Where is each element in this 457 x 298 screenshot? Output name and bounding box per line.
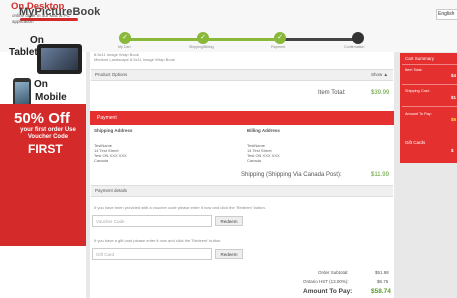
cart-item-total-label: Item Total: [405, 68, 423, 72]
item-total-label: Item Total: [318, 90, 346, 96]
step-label-payment: Payment [271, 45, 286, 49]
tablet-screen [41, 48, 78, 70]
billing-address-label: Billing Address [247, 128, 280, 133]
gift-cards-label: Gift Cards [405, 140, 426, 145]
ad-desktop-title: On Desktop [11, 1, 65, 12]
redeem-gift-card-button[interactable]: Redeem [215, 249, 243, 259]
step-check-icon: ✓ [274, 32, 286, 44]
ad-desktop-desc: online order in our Mac & PC application [12, 13, 70, 24]
step-label-cart: My Cart [118, 45, 131, 49]
gift-card-prompt: If you have a gift card please enter it … [94, 238, 222, 243]
ad-mobile-label: Mobile [35, 92, 67, 103]
payment-title: Payment [97, 115, 117, 121]
payment-details-label: Payment details [95, 188, 128, 193]
cart-amount-value: $5 [451, 117, 457, 122]
cart-shipping-cost-value: $1 [451, 95, 457, 100]
step-check-icon: ✓ [119, 32, 131, 44]
shipping-value: $11.99 [371, 172, 389, 178]
ad-tablet-label: Tablet [9, 47, 38, 58]
hst-label: Ontario HST (13.00%): [303, 279, 349, 284]
cart-item-total-value: $4 [451, 73, 457, 78]
subtotal-value: $51.98 [375, 270, 389, 275]
address-line: Canada [247, 158, 262, 163]
language-select[interactable]: English [436, 9, 457, 20]
divider [402, 106, 457, 107]
amount-to-pay-value: $58.74 [371, 288, 391, 295]
ad-on-label: On [34, 79, 48, 90]
hst-value: $6.76 [377, 279, 389, 284]
divider [402, 84, 457, 85]
amount-to-pay-label: Amount To Pay: [303, 288, 353, 295]
step-label-shipping: Shipping/Billing [189, 45, 214, 49]
progress-line-remaining [280, 38, 358, 41]
cart-shipping-cost-label: Shipping Cost: [405, 89, 430, 93]
subtotal-label: Order Subtotal: [318, 270, 349, 275]
shipping-label: Shipping (Shipping Via Canada Post): [241, 172, 342, 178]
step-check-icon: ✓ [197, 32, 209, 44]
voucher-prompt: If you have been provided with a voucher… [94, 205, 266, 210]
gift-card-input[interactable]: Gift Card [92, 248, 212, 260]
payment-header [90, 111, 394, 125]
product-line: Medium Landscape 8.5x11 Image Wrap Book [94, 57, 175, 62]
item-total-value: $39.99 [371, 90, 390, 96]
product-options-bar[interactable] [91, 69, 393, 81]
divider [402, 64, 457, 65]
show-toggle[interactable]: Show ▲ [371, 72, 388, 77]
address-line: Canada [94, 158, 109, 163]
promo-discount: 50% Off [14, 110, 70, 127]
step-dot-icon [352, 32, 364, 44]
redeem-voucher-button[interactable]: Redeem [215, 216, 243, 226]
gift-cards-value: $ [451, 148, 454, 153]
cart-amount-label: Amount To Pay: [405, 112, 432, 116]
product-options-label: Product Options [95, 72, 128, 77]
step-label-confirmation: Confirmation [344, 45, 365, 49]
payment-details-bar [91, 185, 393, 197]
shipping-address-label: Shipping Address [94, 128, 133, 133]
promo-code: FIRST [28, 142, 63, 156]
cart-summary-title: Cart Summary [405, 56, 435, 61]
phone-screen [15, 82, 29, 104]
voucher-code-input[interactable]: Voucher Code [92, 215, 212, 227]
promo-subtitle: your first order Use Voucher Code [20, 127, 76, 140]
